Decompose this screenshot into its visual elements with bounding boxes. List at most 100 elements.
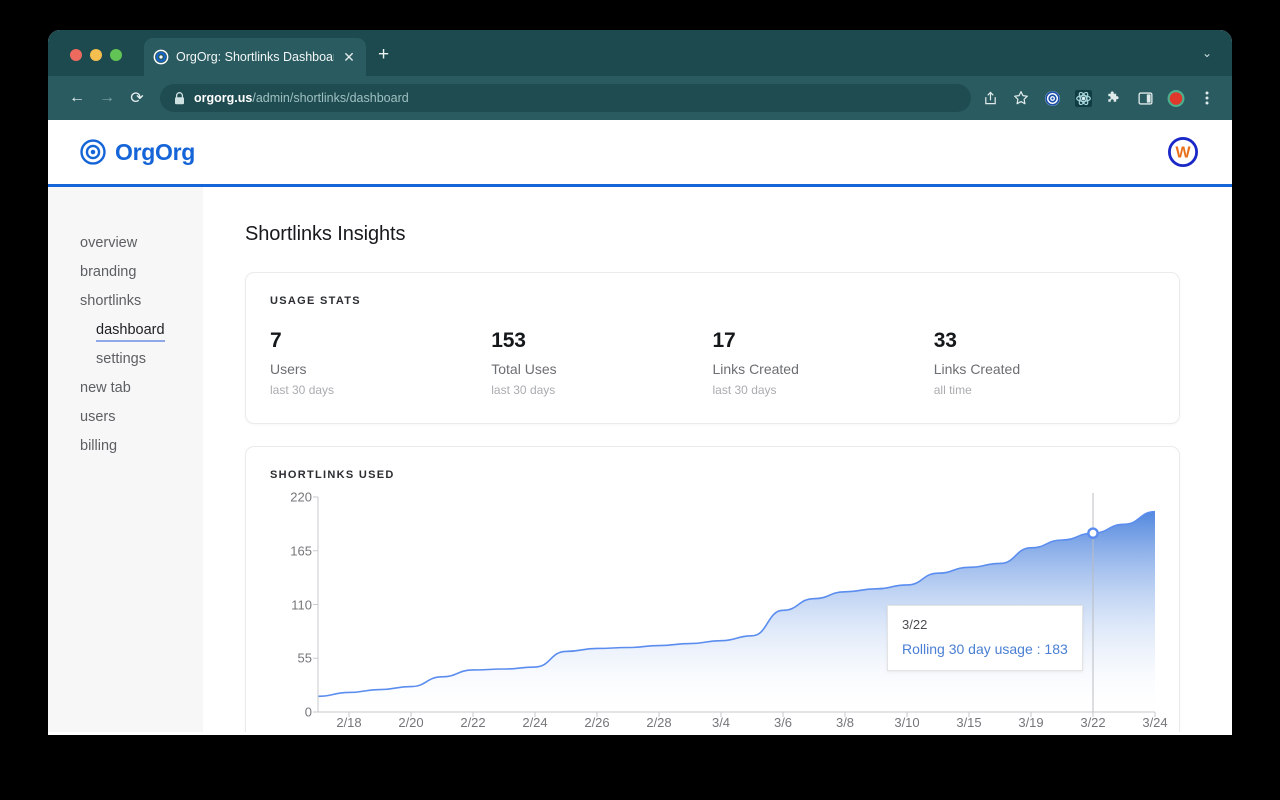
- close-window-button[interactable]: [70, 49, 82, 61]
- stat-users: 7 Users last 30 days: [270, 329, 491, 397]
- avatar-letter: W: [1175, 145, 1191, 162]
- share-icon[interactable]: [981, 89, 999, 107]
- x-tick-label: 3/10: [894, 715, 920, 730]
- stat-period: all time: [933, 383, 972, 397]
- tooltip-date: 3/22: [902, 617, 928, 632]
- bookmark-star-icon[interactable]: [1012, 89, 1030, 107]
- chevron-down-icon[interactable]: ⌄: [1202, 46, 1212, 60]
- stat-name: Total Uses: [491, 361, 557, 377]
- x-tick-label: 2/28: [646, 715, 672, 730]
- sidebar-item-billing[interactable]: billing: [48, 432, 203, 461]
- sidebar-item-settings[interactable]: settings: [48, 345, 203, 374]
- x-tick-label: 3/24: [1142, 715, 1168, 730]
- close-tab-button[interactable]: ✕: [341, 50, 357, 64]
- y-tick-label: 165: [290, 543, 312, 559]
- stat-links-created-30d: 17 Links Created last 30 days: [713, 329, 934, 397]
- url-text: orgorg.us/admin/shortlinks/dashboard: [194, 91, 409, 105]
- web-page: OrgOrg W overview branding shortlinks da…: [48, 120, 1232, 735]
- chart-tooltip: 3/22 Rolling 30 day usage : 183: [887, 605, 1083, 671]
- profile-avatar-icon[interactable]: [1167, 89, 1185, 107]
- toolbar-actions: [981, 89, 1218, 107]
- sidebar-item-new-tab[interactable]: new tab: [48, 374, 203, 403]
- avatar[interactable]: W: [1168, 137, 1198, 167]
- stat-value: 33: [933, 329, 957, 352]
- app-header: OrgOrg W: [48, 120, 1232, 187]
- stat-value: 17: [712, 329, 736, 352]
- url-domain: orgorg.us: [194, 91, 253, 105]
- stat-value: 7: [270, 329, 282, 352]
- x-tick-label: 3/8: [835, 715, 855, 730]
- stat-name: Links Created: [933, 361, 1021, 377]
- sidebar-item-label: users: [80, 409, 116, 425]
- puzzle-extension-icon[interactable]: [1105, 89, 1123, 107]
- sidebar-item-users[interactable]: users: [48, 403, 203, 432]
- browser-window: OrgOrg: Shortlinks Dashboard ✕ + ⌄ ← → ⟳…: [48, 30, 1232, 735]
- x-tick-label: 2/26: [584, 715, 610, 730]
- sidebar-item-overview[interactable]: overview: [48, 229, 203, 258]
- window-traffic-lights: [70, 49, 122, 61]
- brand-logo[interactable]: OrgOrg: [80, 139, 195, 166]
- tooltip-value: Rolling 30 day usage : 183: [902, 641, 1068, 657]
- stat-period: last 30 days: [270, 383, 335, 397]
- x-axis: 2/18 2/20 2/22 2/24 2/26 2/28 3/4 3/6 3/8 3/10 3/1…: [318, 715, 1167, 732]
- three-dot-menu-icon[interactable]: [1198, 89, 1216, 107]
- brand-name: OrgOrg: [115, 138, 195, 165]
- y-tick-label: 0: [304, 704, 312, 720]
- stat-name: Links Created: [712, 361, 799, 377]
- stat-links-created-all-time: 33 Links Created all time: [934, 329, 1155, 397]
- y-tick-label: 220: [290, 489, 312, 505]
- shortlinks-used-card: SHORTLINKS USED 0 55 110 165 220 2/18 2/20 2/2…: [245, 446, 1180, 732]
- x-tick-label: 3/19: [1018, 715, 1044, 730]
- address-bar[interactable]: orgorg.us/admin/shortlinks/dashboard: [160, 84, 971, 112]
- minimize-window-button[interactable]: [90, 49, 102, 61]
- target-logo-icon: [80, 139, 106, 165]
- stat-period: last 30 days: [491, 383, 556, 397]
- usage-stats-card: USAGE STATS 7 Users last 30 days 153 Tot…: [245, 272, 1180, 424]
- atom-extension-icon[interactable]: [1074, 89, 1092, 107]
- lock-icon: [175, 91, 184, 104]
- maximize-window-button[interactable]: [110, 49, 122, 61]
- sidebar-item-label: branding: [80, 264, 137, 280]
- sidebar-item-label: billing: [80, 438, 118, 454]
- stat-period: last 30 days: [712, 383, 777, 397]
- stat-value: 153: [491, 329, 526, 352]
- x-tick-label: 2/24: [522, 715, 548, 730]
- page-title: Shortlinks Insights: [245, 223, 406, 245]
- browser-tab[interactable]: OrgOrg: Shortlinks Dashboard ✕: [144, 38, 366, 76]
- sidebar-item-label: overview: [80, 235, 138, 251]
- x-tick-label: 3/22: [1080, 715, 1106, 730]
- stat-total-uses: 153 Total Uses last 30 days: [491, 329, 712, 397]
- reload-button[interactable]: ⟳: [122, 83, 152, 113]
- target-extension-icon[interactable]: [1043, 89, 1061, 107]
- tab-title: OrgOrg: Shortlinks Dashboard: [176, 50, 334, 64]
- sidebar-item-shortlinks[interactable]: shortlinks: [48, 287, 203, 316]
- stat-name: Users: [270, 361, 307, 377]
- area-chart[interactable]: 0 55 110 165 220 2/18 2/20 2/22 2/24 2/26 2/28 3/4…: [270, 490, 1167, 732]
- x-tick-label: 3/15: [956, 715, 982, 730]
- main-content: Shortlinks Insights USAGE STATS 7 Users …: [203, 187, 1232, 732]
- tab-strip: OrgOrg: Shortlinks Dashboard ✕ + ⌄: [48, 30, 1232, 76]
- sidebar-item-branding[interactable]: branding: [48, 258, 203, 287]
- forward-button[interactable]: →: [92, 83, 122, 113]
- usage-stats-row: 7 Users last 30 days 153 Total Uses last…: [270, 329, 1155, 397]
- page-body: overview branding shortlinks dashboard s…: [48, 187, 1232, 732]
- x-tick-label: 3/4: [711, 715, 731, 730]
- y-tick-label: 110: [291, 597, 312, 612]
- x-tick-label: 2/20: [398, 715, 424, 730]
- target-icon: [153, 49, 169, 65]
- new-tab-button[interactable]: +: [378, 45, 389, 64]
- shortlinks-used-label: SHORTLINKS USED: [270, 469, 395, 481]
- sidebar-item-label: settings: [96, 351, 146, 367]
- side-panel-icon[interactable]: [1136, 89, 1154, 107]
- back-button[interactable]: ←: [62, 83, 92, 113]
- y-axis: 0 55 110 165 220: [270, 490, 312, 720]
- y-tick-label: 55: [297, 650, 312, 666]
- x-tick-label: 3/6: [773, 715, 793, 730]
- browser-toolbar: ← → ⟳ orgorg.us/admin/shortlinks/dashboa…: [48, 76, 1232, 120]
- sidebar: overview branding shortlinks dashboard s…: [48, 187, 203, 732]
- sidebar-item-dashboard[interactable]: dashboard: [48, 316, 203, 345]
- x-tick-label: 2/22: [460, 715, 486, 730]
- chart-hover-point[interactable]: [1087, 527, 1099, 539]
- sidebar-item-label: dashboard: [96, 322, 165, 342]
- usage-stats-label: USAGE STATS: [270, 295, 361, 307]
